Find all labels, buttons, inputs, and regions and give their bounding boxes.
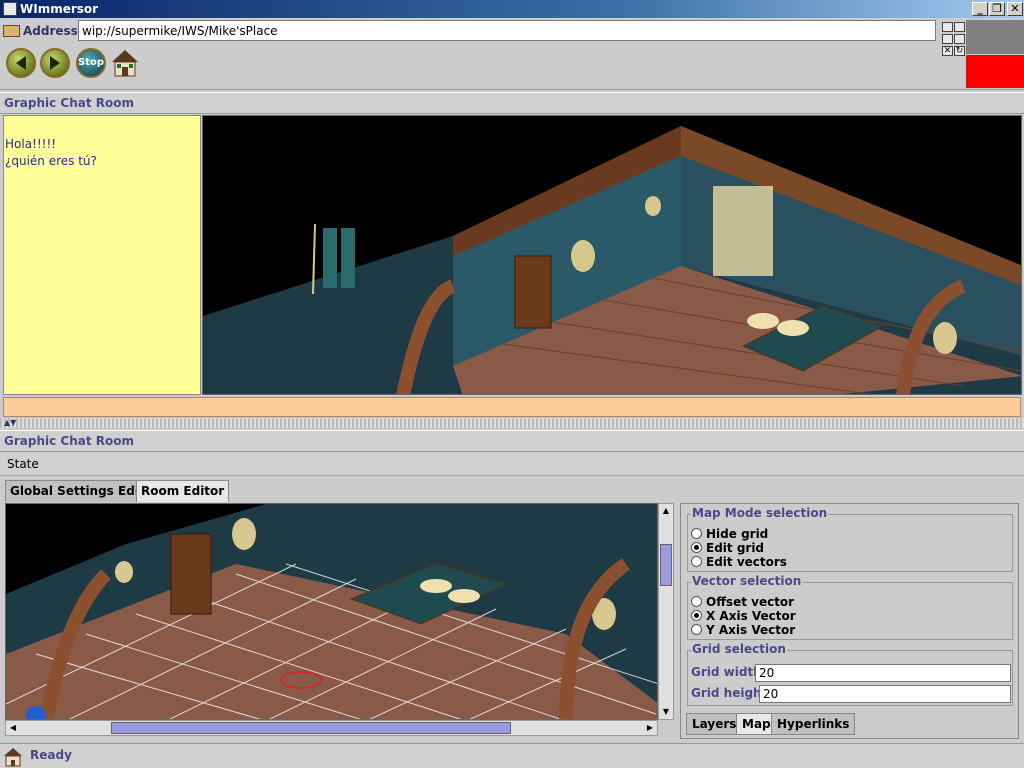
forward-button[interactable]: [40, 48, 70, 78]
stop-button[interactable]: Stop: [76, 48, 106, 78]
chat-room-scene[interactable]: [202, 115, 1022, 395]
home-icon: [4, 748, 22, 767]
home-icon: [112, 50, 138, 77]
radio-hide-grid[interactable]: Hide grid: [691, 527, 768, 541]
close-icon[interactable]: ✕: [942, 46, 953, 56]
radio-y-axis-vector[interactable]: Y Axis Vector: [691, 623, 795, 637]
editor-horizontal-scrollbar[interactable]: ◀ ▶: [5, 720, 658, 736]
color-swatch-red[interactable]: [966, 55, 1024, 88]
title-bar: WImmersor _ ❐ ✕: [0, 0, 1024, 18]
tile-icon[interactable]: [954, 22, 965, 32]
radio-label: Offset vector: [706, 595, 795, 609]
radio-dot[interactable]: [691, 556, 702, 567]
radio-label: Hide grid: [706, 527, 769, 541]
color-swatch-gray[interactable]: [966, 20, 1024, 54]
grid-selection-group: Grid selection Grid width: 20 Grid heigh…: [687, 642, 1013, 706]
window-title: WImmersor: [20, 2, 99, 16]
chat-input[interactable]: [3, 397, 1021, 417]
close-button[interactable]: ✕: [1007, 2, 1023, 16]
radio-offset-vector[interactable]: Offset vector: [691, 595, 794, 609]
tab-layers[interactable]: Layers: [686, 713, 743, 735]
scroll-right-icon[interactable]: ▶: [644, 722, 656, 734]
state-label: State: [0, 453, 1024, 476]
section-header-upper: Graphic Chat Room: [0, 92, 1024, 114]
radio-dot[interactable]: [691, 610, 702, 621]
grid-width-field[interactable]: 20: [755, 664, 1011, 682]
radio-label: Edit vectors: [706, 555, 787, 569]
vector-selection-legend: Vector selection: [691, 574, 803, 588]
map-mode-group: Map Mode selection Hide grid Edit grid E…: [687, 506, 1013, 572]
split-icon[interactable]: [942, 34, 953, 44]
grid-height-field[interactable]: 20: [759, 685, 1011, 703]
chat-line: ¿quién eres tú?: [5, 154, 97, 168]
collapse-arrows-icon[interactable]: ▲▼: [4, 418, 16, 427]
radio-edit-vectors[interactable]: Edit vectors: [691, 555, 787, 569]
app-window: WImmersor _ ❐ ✕ Address: Stop ✕ ↻ Graphi…: [0, 0, 1024, 768]
room-scene-image: [203, 126, 1021, 394]
scroll-down-icon[interactable]: ▼: [660, 706, 672, 718]
map-mode-legend: Map Mode selection: [691, 506, 829, 520]
split-icon[interactable]: [954, 34, 965, 44]
tab-hyperlinks[interactable]: Hyperlinks: [771, 713, 856, 735]
horizontal-scroll-thumb[interactable]: [111, 722, 511, 734]
home-button[interactable]: [110, 48, 140, 78]
minimize-button[interactable]: _: [972, 2, 988, 16]
tab-room-editor[interactable]: Room Editor: [136, 480, 230, 502]
folder-icon: [3, 25, 20, 37]
refresh-icon[interactable]: ↻: [954, 46, 965, 56]
back-arrow-icon: [16, 56, 26, 70]
back-button[interactable]: [6, 48, 36, 78]
chat-log: Hola!!!!! ¿quién eres tú?: [3, 115, 201, 395]
vector-selection-group: Vector selection Offset vector X Axis Ve…: [687, 574, 1013, 640]
grid-selection-legend: Grid selection: [691, 642, 787, 656]
scroll-up-icon[interactable]: ▲: [660, 505, 672, 517]
radio-edit-grid[interactable]: Edit grid: [691, 541, 764, 555]
chat-line: Hola!!!!!: [5, 137, 57, 151]
radio-dot[interactable]: [691, 624, 702, 635]
restore-button[interactable]: ❐: [989, 2, 1005, 16]
address-label: Address:: [23, 24, 83, 38]
radio-label: X Axis Vector: [706, 609, 796, 623]
status-bar: Ready: [0, 743, 1024, 768]
radio-dot[interactable]: [691, 528, 702, 539]
radio-label: Y Axis Vector: [706, 623, 796, 637]
split-divider[interactable]: ▲▼: [0, 418, 1024, 428]
room-editor-canvas[interactable]: [5, 503, 658, 720]
tile-icon[interactable]: [942, 22, 953, 32]
radio-dot[interactable]: [691, 542, 702, 553]
editor-vertical-scrollbar[interactable]: ▲ ▼: [658, 503, 674, 720]
radio-dot[interactable]: [691, 596, 702, 607]
radio-label: Edit grid: [706, 541, 765, 555]
room-editor-image: [6, 504, 657, 719]
forward-arrow-icon: [50, 56, 60, 70]
app-icon: [3, 2, 17, 16]
vertical-scroll-thumb[interactable]: [660, 544, 672, 586]
radio-x-axis-vector[interactable]: X Axis Vector: [691, 609, 796, 623]
status-text: Ready: [30, 748, 72, 762]
section-header-lower: Graphic Chat Room: [0, 430, 1024, 452]
scroll-left-icon[interactable]: ◀: [7, 722, 19, 734]
map-settings-panel: Map Mode selection Hide grid Edit grid E…: [680, 503, 1019, 739]
address-input[interactable]: [78, 20, 936, 41]
